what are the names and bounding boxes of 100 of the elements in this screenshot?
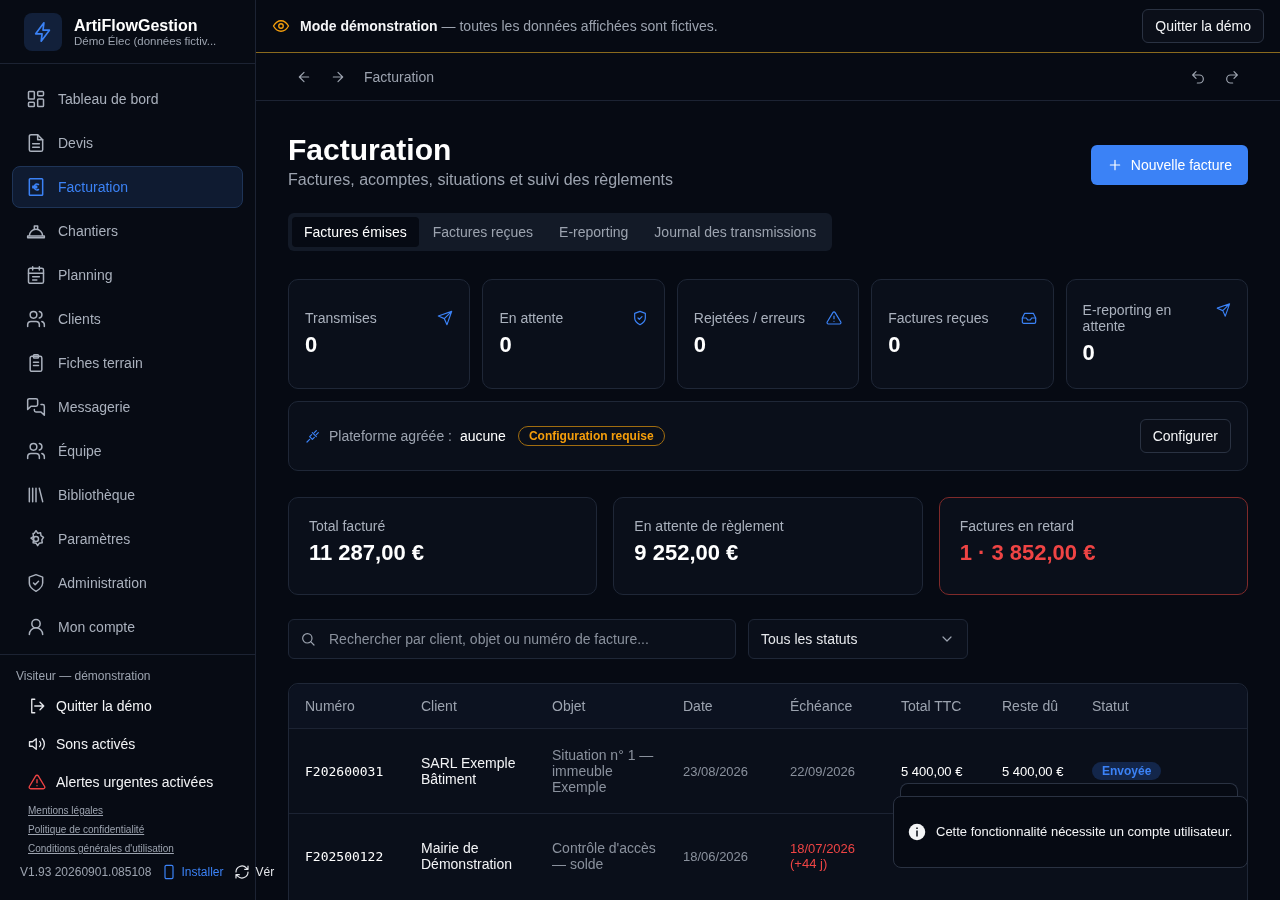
total-label: Factures en retard [959, 518, 1076, 534]
column-header: Numéro [305, 698, 356, 714]
table-cell-text: F202600031 [305, 763, 385, 779]
table-cell-text: Contrôle d'accès — solde [552, 840, 657, 872]
calendar-icon [26, 265, 46, 285]
redo-icon [1224, 68, 1240, 85]
sidebar-item[interactable]: Équipe [12, 430, 243, 472]
sidebar-action[interactable]: Quitter la démo [16, 687, 239, 725]
user-icon [26, 617, 46, 637]
sidebar-action[interactable]: Alertes urgentes activées [16, 763, 239, 801]
info-icon [908, 823, 926, 841]
tab[interactable]: E-reporting [547, 217, 641, 247]
app-title: ArtiFlowGestion [74, 16, 199, 35]
page-title: Facturation [288, 133, 453, 167]
user-label: Visiteur — démonstration [16, 669, 152, 683]
shield-check-icon [26, 573, 46, 593]
sidebar-item[interactable]: Messagerie [12, 386, 243, 428]
platform-value: aucune [459, 428, 506, 444]
sidebar-item[interactable]: Chantiers [12, 210, 243, 252]
undo-button[interactable] [1190, 68, 1206, 85]
library-icon [26, 485, 46, 505]
update-button[interactable]: Vér [233, 864, 275, 880]
search-field[interactable]: Rechercher par client, objet ou numéro de facture... [288, 619, 736, 659]
page-subtitle: Factures, acomptes, situations et suivi des règlements [288, 171, 674, 189]
sidebar-item[interactable]: Fiches terrain [12, 342, 243, 384]
stat-value: 0 [305, 332, 319, 358]
footer-link[interactable]: Politique de confidentialité [16, 820, 239, 839]
total-value: 1 · 3 852,00 € [959, 540, 1097, 566]
status-dropdown[interactable]: Tous les statuts [748, 619, 968, 659]
total-value: 11 287,00 € [309, 540, 425, 566]
column-header: Reste dû [1002, 698, 1060, 714]
footer-link[interactable]: Mentions légales [16, 801, 239, 820]
chat-icon [26, 397, 46, 417]
search-icon [300, 631, 316, 647]
sidebar-item[interactable]: Clients [12, 298, 243, 340]
send-icon [1216, 302, 1231, 318]
document-icon [26, 133, 46, 153]
table-cell-text: 18/07/2026 (+44 j) [790, 841, 857, 871]
plug-icon [305, 428, 321, 444]
company-name: Démo Élec (données fictiv... [74, 34, 217, 47]
table-cell-text: 22/09/2026 [790, 763, 857, 779]
stat-label: Factures reçues [888, 310, 989, 326]
warning-icon [28, 773, 46, 791]
table-cell-text: Mairie de Démonstration [421, 840, 514, 872]
sidebar-item[interactable]: Planning [12, 254, 243, 296]
new-invoice-button[interactable]: Nouvelle facture [1090, 145, 1248, 185]
clipboard-icon [26, 353, 46, 373]
version-label: V1.93 20260901.085108 [20, 865, 152, 879]
tab[interactable]: Journal des transmissions [642, 217, 829, 247]
table-cell-text: Situation n° 1 — immeuble Exemple [552, 747, 655, 795]
table-cell-text: SARL Exemple Bâtiment [421, 755, 517, 787]
total-value: 9 252,00 € [634, 540, 740, 566]
platform-label: Plateforme agréée : [329, 428, 452, 444]
tab[interactable]: Factures émises [292, 217, 419, 247]
inbox-icon [1020, 310, 1037, 326]
sidebar-item[interactable]: Devis [12, 122, 243, 164]
stat-value: 0 [499, 332, 513, 358]
column-header: Date [683, 698, 714, 714]
speaker-icon [28, 735, 46, 753]
sidebar-item[interactable]: Administration [12, 562, 243, 604]
sidebar-item[interactable]: Tableau de bord [12, 78, 243, 120]
euro-receipt-icon [26, 177, 46, 197]
status-badge: Envoyée [1092, 762, 1162, 780]
stat-value: 0 [693, 332, 708, 358]
column-header: Client [421, 698, 458, 714]
users-icon [26, 309, 46, 329]
shield-check-icon [631, 310, 648, 326]
configure-button[interactable]: Configurer [1139, 419, 1231, 453]
toast-message: Cette fonctionnalité nécessite un compte utilisateur. [936, 823, 1233, 841]
sidebar-item[interactable]: Bibliothèque [12, 474, 243, 516]
total-label: Total facturé [309, 518, 387, 534]
stat-label: Transmises [305, 310, 377, 326]
column-header: Total TTC [901, 698, 963, 714]
users-icon [26, 441, 46, 461]
breadcrumb: Facturation [364, 68, 435, 85]
footer-link[interactable]: Conditions générales d'utilisation [16, 839, 239, 858]
table-cell-text: 5 400,00 € [901, 763, 964, 779]
table-cell-text: F202500122 [305, 848, 385, 864]
grid-icon [26, 89, 46, 109]
total-label: En attente de règlement [634, 518, 785, 534]
sidebar-item[interactable]: Mon compte [12, 606, 243, 648]
eye-icon [272, 17, 290, 35]
redo-button[interactable] [1224, 68, 1240, 85]
install-button[interactable]: Installer [161, 864, 224, 880]
table-cell-text: 23/08/2026 [683, 763, 750, 779]
column-header: Objet [552, 698, 587, 714]
sidebar-action[interactable]: Sons activés [16, 725, 239, 763]
tab[interactable]: Factures reçues [420, 217, 546, 247]
stat-label: E-reporting en attente [1082, 302, 1173, 334]
column-header: Statut [1092, 698, 1130, 714]
demo-notice: Mode démonstration — toutes les données affichées sont fictives. [300, 18, 719, 34]
sidebar-item[interactable]: Facturation [12, 166, 243, 208]
logout-icon [28, 697, 46, 715]
stat-label: En attente [499, 310, 564, 326]
quit-demo-button[interactable]: Quitter la démo [1142, 9, 1264, 43]
stat-label: Rejetées / erreurs [693, 310, 806, 326]
sidebar-item[interactable]: Paramètres [12, 518, 243, 560]
undo-icon [1190, 68, 1206, 85]
column-header: Échéance [790, 698, 854, 714]
warning-icon [826, 310, 843, 326]
